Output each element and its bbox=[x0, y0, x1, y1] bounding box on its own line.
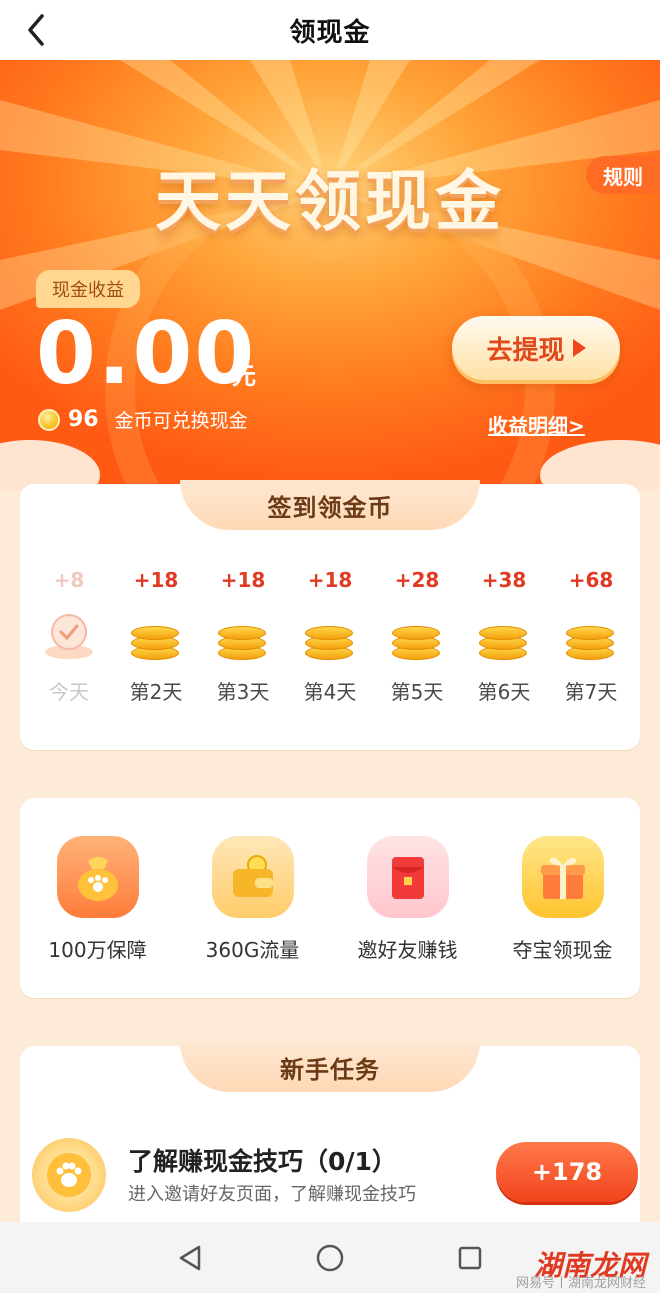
feature-invite[interactable]: 邀好友赚钱 bbox=[338, 836, 478, 998]
day-reward: +18 bbox=[133, 568, 179, 592]
tasks-card: 新手任务 了解赚现金技巧（0/1） 进入邀请好友页面，了解赚现金技巧 +178 bbox=[20, 1042, 640, 1246]
checkin-day[interactable]: +18 第3天 bbox=[204, 568, 282, 705]
coin-stack-icon bbox=[552, 606, 630, 664]
paw-coin-icon bbox=[32, 1138, 106, 1212]
day-label: 第6天 bbox=[477, 680, 531, 704]
money-bag-icon bbox=[56, 836, 139, 918]
feature-data[interactable]: 360G流量 bbox=[183, 836, 323, 998]
banner-title: 天天领现金 bbox=[155, 163, 505, 240]
withdraw-label: 去提现 bbox=[486, 335, 565, 366]
coin-stack-icon bbox=[378, 606, 456, 664]
day-label: 第4天 bbox=[303, 680, 357, 704]
coin-stack-icon bbox=[204, 606, 282, 664]
nav-back-icon[interactable] bbox=[170, 1238, 210, 1278]
task-description: 进入邀请好友页面，了解赚现金技巧 bbox=[128, 1184, 416, 1205]
feature-label: 邀好友赚钱 bbox=[357, 938, 458, 962]
feature-label: 360G流量 bbox=[205, 938, 300, 962]
earnings-label: 现金收益 bbox=[36, 270, 140, 308]
day-label: 第7天 bbox=[564, 680, 618, 704]
tasks-title: 新手任务 bbox=[280, 1055, 380, 1084]
gift-box-icon bbox=[521, 836, 604, 918]
checkin-day[interactable]: +18 第2天 bbox=[117, 568, 195, 705]
coin-stack-icon bbox=[465, 606, 543, 664]
coin-icon bbox=[38, 408, 60, 431]
feature-label: 夺宝领现金 bbox=[512, 938, 613, 962]
coin-balance: 96 金币可兑换现金 bbox=[38, 406, 248, 433]
checkin-header: 签到领金币 bbox=[180, 480, 480, 530]
checkin-day[interactable]: +8 今天 bbox=[30, 568, 108, 705]
feature-label: 100万保障 bbox=[48, 938, 147, 962]
day-label: 第3天 bbox=[216, 680, 270, 704]
day-label: 今天 bbox=[49, 680, 89, 704]
day-reward: +38 bbox=[481, 568, 527, 592]
day-label: 第2天 bbox=[129, 680, 183, 704]
top-bar: 领现金 bbox=[0, 0, 660, 60]
checkin-day[interactable]: +38 第6天 bbox=[465, 568, 543, 705]
task-reward-button[interactable]: +178 bbox=[496, 1142, 638, 1202]
day-label: 第5天 bbox=[390, 680, 444, 704]
feature-protection[interactable]: 100万保障 bbox=[28, 836, 168, 998]
currency-unit: 元 bbox=[232, 362, 256, 390]
day-reward: +8 bbox=[53, 568, 85, 592]
nav-recents-icon[interactable] bbox=[450, 1238, 490, 1278]
rules-button[interactable]: 规则 bbox=[586, 156, 660, 194]
day-reward: +28 bbox=[394, 568, 440, 592]
page-title: 领现金 bbox=[289, 17, 371, 48]
checked-coin-icon bbox=[30, 606, 108, 664]
coin-stack-icon bbox=[117, 606, 195, 664]
day-reward: +68 bbox=[568, 568, 614, 592]
checkin-title: 签到领金币 bbox=[267, 493, 393, 522]
watermark-caption: 网易号丨湖南龙网财经 bbox=[515, 1276, 646, 1291]
coin-count: 96 bbox=[68, 407, 99, 432]
day-reward: +18 bbox=[220, 568, 266, 592]
hero-banner: 天天领现金 规则 现金收益 0.00 元 去提现 96 金币可兑换现金 收益明细… bbox=[0, 60, 660, 490]
feature-treasure[interactable]: 夺宝领现金 bbox=[493, 836, 633, 998]
earnings-detail-link[interactable]: 收益明细> bbox=[488, 410, 585, 439]
tasks-header: 新手任务 bbox=[180, 1042, 480, 1092]
task-item: 了解赚现金技巧（0/1） 进入邀请好友页面，了解赚现金技巧 +178 bbox=[32, 1134, 638, 1234]
checkin-day[interactable]: +28 第5天 bbox=[378, 568, 456, 705]
checkin-days: +8 今天 +18 第2天 +18 第3天 +18 第4天 +28 第5天 +3… bbox=[30, 568, 630, 705]
features-card: 100万保障 360G流量 邀好友赚钱 夺宝领现金 bbox=[20, 798, 640, 998]
wallet-icon bbox=[211, 836, 294, 918]
checkin-day[interactable]: +68 第7天 bbox=[552, 568, 630, 705]
coin-exchange-text: 金币可兑换现金 bbox=[114, 410, 248, 432]
play-arrow-icon bbox=[572, 339, 586, 357]
back-arrow-icon[interactable] bbox=[22, 12, 52, 48]
checkin-card: 签到领金币 +8 今天 +18 第2天 +18 第3天 +18 第4天 +28 … bbox=[20, 480, 640, 750]
coin-stack-icon bbox=[291, 606, 369, 664]
checkin-day[interactable]: +18 第4天 bbox=[291, 568, 369, 705]
task-title: 了解赚现金技巧（0/1） bbox=[128, 1147, 397, 1176]
day-reward: +18 bbox=[307, 568, 353, 592]
nav-home-icon[interactable] bbox=[310, 1238, 350, 1278]
red-envelope-icon bbox=[366, 836, 449, 918]
withdraw-button[interactable]: 去提现 bbox=[452, 316, 620, 380]
cash-amount: 0.00 bbox=[36, 304, 257, 404]
